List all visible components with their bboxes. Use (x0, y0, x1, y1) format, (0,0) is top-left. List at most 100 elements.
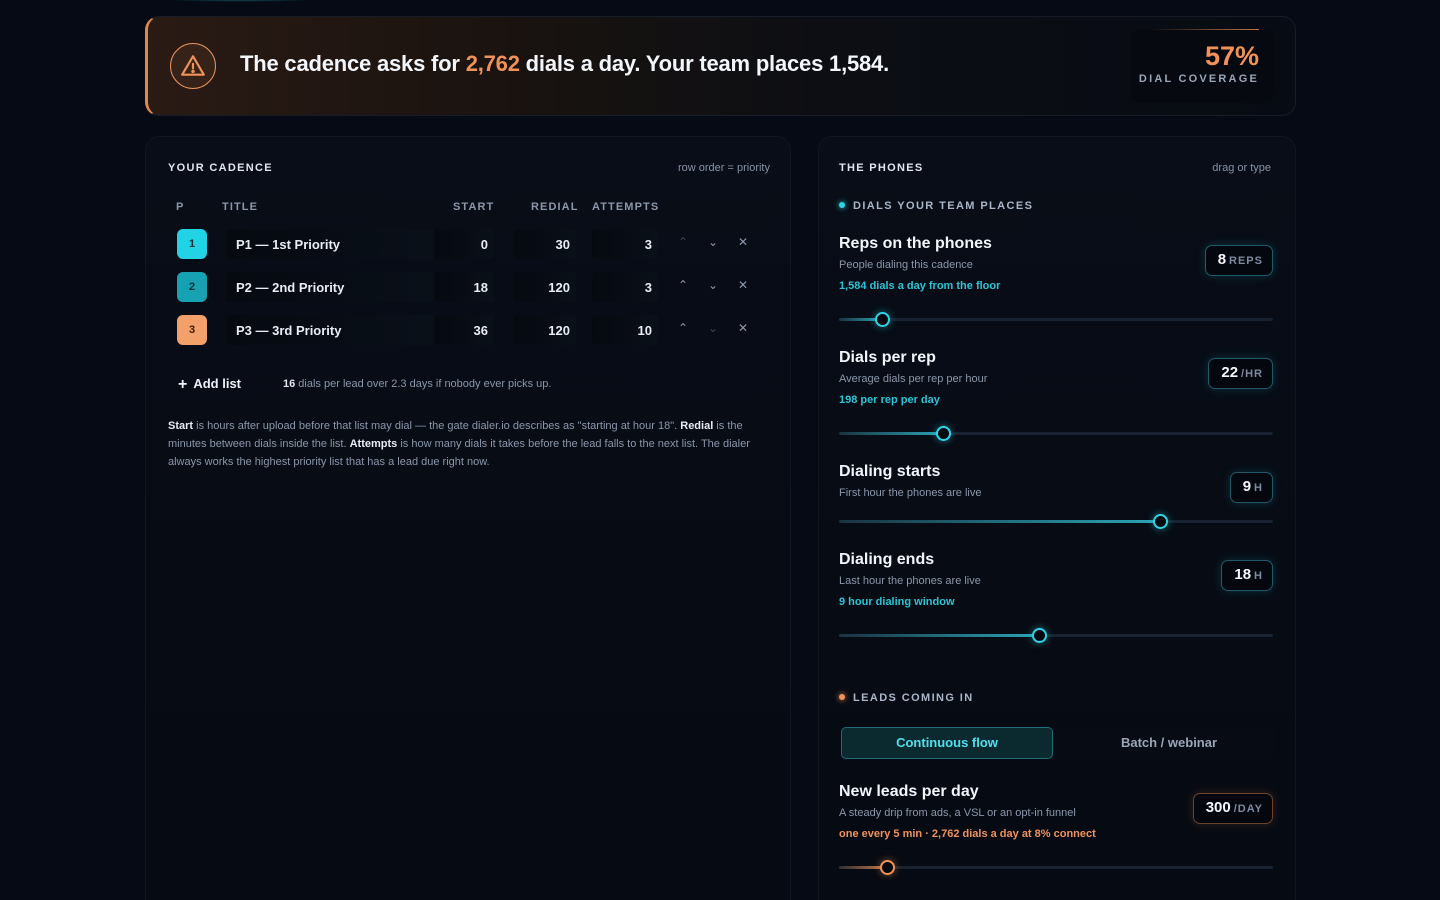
redial-input[interactable]: 30 (514, 229, 576, 259)
move-down-icon[interactable]: ⌄ (706, 235, 720, 249)
dials-per-rep-slider[interactable] (839, 426, 1273, 441)
reps-slider[interactable] (839, 312, 1273, 327)
phones-title: THE PHONES (839, 162, 924, 174)
dialing-starts-slider-thumb[interactable] (1153, 514, 1169, 529)
lead-mode-toggle: Continuous flow Batch / webinar (841, 727, 1275, 759)
leads-per-day-slider[interactable] (839, 860, 1273, 875)
dialing-ends-slider[interactable] (839, 628, 1273, 643)
leads-per-day-input[interactable]: 300/DAY (1192, 793, 1273, 824)
row-title-input[interactable]: P1 — 1st Priority (226, 229, 434, 259)
dials-per-rep-input[interactable]: 22/HR (1208, 358, 1273, 389)
cyan-dot-icon (839, 202, 845, 208)
redial-input[interactable]: 120 (514, 272, 576, 302)
move-up-icon[interactable]: ⌃ (676, 278, 690, 292)
col-header-p: P (176, 201, 185, 213)
coverage-value: 57% (1204, 41, 1259, 71)
section-dials-label: DIALS YOUR TEAM PLACES (853, 200, 1034, 212)
add-list-button[interactable]: + Add list (178, 375, 241, 393)
priority-badge[interactable]: 1 (177, 229, 207, 259)
phones-hint: drag or type (1212, 162, 1271, 174)
move-up-icon[interactable]: ⌃ (676, 235, 690, 249)
phones-panel: THE PHONES drag or type DIALS YOUR TEAM … (818, 136, 1296, 900)
reps-unit: REPS (1229, 255, 1263, 267)
dialing-ends-unit: H (1254, 570, 1263, 582)
cadence-row: 3 P3 — 3rd Priority 36 120 10 ⌃ ⌄ ✕ (168, 309, 768, 349)
placed-dials: 1,584. (829, 51, 889, 76)
cadence-row: 1 P1 — 1st Priority 0 30 3 ⌃ ⌄ ✕ (168, 223, 768, 263)
dials-per-rep-unit: /HR (1241, 368, 1263, 380)
dials-summary: 16 dials per lead over 2.3 days if nobod… (283, 378, 551, 390)
dialing-ends-slider-fill (839, 634, 1039, 637)
col-header-attempts: ATTEMPTS (592, 201, 660, 213)
priority-badge[interactable]: 2 (177, 272, 207, 302)
batch-webinar-tab[interactable]: Batch / webinar (1063, 727, 1275, 759)
attempts-input[interactable]: 3 (592, 229, 658, 259)
plus-icon: + (178, 376, 188, 393)
section-leads-label: LEADS COMING IN (853, 692, 974, 704)
row-title-input[interactable]: P2 — 2nd Priority (226, 272, 434, 302)
section-dials: DIALS YOUR TEAM PLACES (839, 200, 1033, 212)
attempts-term: Attempts (349, 438, 398, 450)
start-text: is hours after upload before that list m… (193, 420, 681, 432)
dialing-starts-slider[interactable] (839, 514, 1273, 529)
dialing-starts-unit: H (1254, 482, 1263, 494)
start-input[interactable]: 0 (434, 229, 494, 259)
dialing-ends-note: 9 hour dialing window (839, 596, 955, 608)
attempts-input[interactable]: 3 (592, 272, 658, 302)
dials-per-rep-slider-thumb[interactable] (936, 426, 952, 441)
add-list-label: Add list (193, 376, 242, 391)
col-header-start: START (453, 201, 495, 213)
dialing-starts-control: Dialing starts First hour the phones are… (839, 463, 1273, 529)
reps-slider-thumb[interactable] (875, 312, 891, 327)
banner-message: The cadence asks for 2,762 dials a day. … (240, 51, 889, 77)
orange-dot-icon (839, 694, 845, 700)
remove-icon[interactable]: ✕ (736, 321, 750, 335)
section-leads: LEADS COMING IN (839, 692, 974, 704)
dialing-starts-value: 9 (1242, 478, 1252, 495)
continuous-flow-tab[interactable]: Continuous flow (841, 727, 1053, 759)
dialing-starts-sub: First hour the phones are live (839, 487, 982, 499)
row-title-input[interactable]: P3 — 3rd Priority (226, 315, 434, 345)
move-down-icon[interactable]: ⌄ (706, 278, 720, 292)
leads-per-day-control: New leads per day A steady drip from ads… (839, 783, 1273, 875)
dialing-ends-slider-thumb[interactable] (1031, 628, 1047, 643)
banner-mid: dials a day. Your team places (519, 51, 830, 76)
redial-input[interactable]: 120 (514, 315, 576, 345)
priority-badge[interactable]: 3 (177, 315, 207, 345)
dials-per-rep-note: 198 per rep per day (839, 394, 940, 406)
start-term: Start (168, 420, 194, 432)
dialing-ends-input[interactable]: 18 H (1221, 560, 1273, 591)
remove-icon[interactable]: ✕ (736, 278, 750, 292)
dialing-ends-title: Dialing ends (839, 551, 935, 568)
cadence-title: YOUR CADENCE (168, 162, 273, 174)
coverage-banner: The cadence asks for 2,762 dials a day. … (145, 16, 1296, 116)
leads-per-day-slider-thumb[interactable] (879, 860, 895, 875)
start-input[interactable]: 36 (434, 315, 494, 345)
dialing-starts-slider-fill (839, 520, 1161, 523)
col-header-redial: REDIAL (531, 201, 579, 213)
reps-note: 1,584 dials a day from the floor (839, 280, 1001, 292)
cadence-explanation: Start is hours after upload before that … (168, 417, 766, 471)
remove-icon[interactable]: ✕ (736, 235, 750, 249)
reps-value: 8 (1217, 251, 1227, 268)
leads-per-day-note: one every 5 min · 2,762 dials a day at 8… (839, 828, 1096, 840)
dialing-starts-input[interactable]: 9H (1229, 472, 1273, 503)
move-down-icon[interactable]: ⌄ (706, 321, 720, 335)
reps-input[interactable]: 8 REPS (1204, 245, 1273, 276)
cadence-panel: YOUR CADENCE row order = priority P TITL… (145, 136, 791, 900)
redial-term: Redial (680, 420, 714, 432)
start-input[interactable]: 18 (434, 272, 494, 302)
move-up-icon[interactable]: ⌃ (676, 321, 690, 335)
col-header-title: TITLE (222, 201, 259, 213)
dials-count: 16 (283, 378, 296, 390)
dials-per-rep-value: 22 (1221, 364, 1239, 381)
dialing-ends-sub: Last hour the phones are live (839, 575, 981, 587)
coverage-card: 57% DIAL COVERAGE (1130, 29, 1275, 103)
banner-pre: The cadence asks for (240, 51, 466, 76)
attempts-input[interactable]: 10 (592, 315, 658, 345)
top-glow (160, 0, 320, 2)
leads-per-day-value: 300 (1205, 799, 1231, 816)
dialing-starts-title: Dialing starts (839, 463, 941, 480)
coverage-label: DIAL COVERAGE (1138, 73, 1259, 85)
dialing-ends-value: 18 (1234, 566, 1252, 583)
